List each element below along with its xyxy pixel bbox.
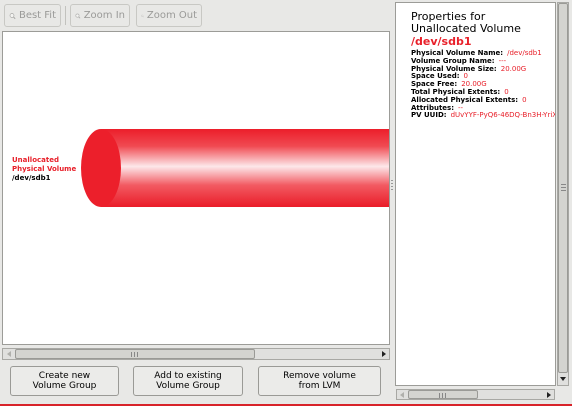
best-fit-button[interactable]: Best Fit xyxy=(4,4,61,27)
zoom-in-label: Zoom In xyxy=(83,10,125,21)
properties-vertical-scrollbar[interactable] xyxy=(557,2,569,386)
toolbar-separator xyxy=(65,6,66,25)
scroll-down-arrow-icon[interactable] xyxy=(558,374,568,384)
pane-divider[interactable] xyxy=(390,0,394,400)
zoom-in-icon xyxy=(75,13,81,19)
volume-cylinder-body[interactable] xyxy=(101,129,389,207)
volume-label-device: /dev/sdb1 xyxy=(12,174,51,182)
toolbar: Best Fit Zoom In Zoom Out xyxy=(0,0,392,30)
volume-label: Unallocated Physical Volume /dev/sdb1 xyxy=(12,156,76,183)
scroll-right-arrow-icon[interactable] xyxy=(378,349,389,359)
add-to-volume-group-button[interactable]: Add to existing Volume Group xyxy=(133,366,243,396)
scroll-right-arrow-icon[interactable] xyxy=(544,390,554,399)
canvas-horizontal-scrollbar[interactable] xyxy=(2,348,390,360)
zoom-in-button[interactable]: Zoom In xyxy=(70,4,130,27)
scrollbar-thumb[interactable] xyxy=(558,3,568,373)
properties-horizontal-scrollbar[interactable] xyxy=(396,389,555,400)
volume-canvas[interactable]: Unallocated Physical Volume /dev/sdb1 xyxy=(2,31,390,345)
scroll-left-arrow-icon[interactable] xyxy=(397,390,407,399)
properties-title: Properties for Unallocated Volume xyxy=(411,10,521,35)
scroll-left-arrow-icon[interactable] xyxy=(3,349,14,359)
remove-from-lvm-button[interactable]: Remove volume from LVM xyxy=(258,366,381,396)
scrollbar-thumb[interactable] xyxy=(408,390,478,399)
properties-device: /dev/sdb1 xyxy=(411,35,472,48)
zoom-out-icon xyxy=(141,14,144,17)
volume-label-line2: Physical Volume xyxy=(12,165,77,173)
volume-cylinder-cap[interactable] xyxy=(81,129,121,207)
scrollbar-thumb[interactable] xyxy=(15,349,255,359)
zoom-out-label: Zoom Out xyxy=(146,10,197,21)
zoom-out-button[interactable]: Zoom Out xyxy=(136,4,202,27)
properties-list: Physical Volume Name:/dev/sdb1 Volume Gr… xyxy=(411,49,556,120)
property-row: PV UUID: dUvYYF-PyQ6-46DQ-Bn3H-YriX-0 xyxy=(411,111,556,120)
properties-panel: Properties for Unallocated Volume /dev/s… xyxy=(395,2,556,386)
best-fit-label: Best Fit xyxy=(18,10,56,21)
create-volume-group-button[interactable]: Create new Volume Group xyxy=(10,366,119,396)
magnifier-icon xyxy=(9,12,16,19)
volume-label-line1: Unallocated xyxy=(12,156,59,164)
